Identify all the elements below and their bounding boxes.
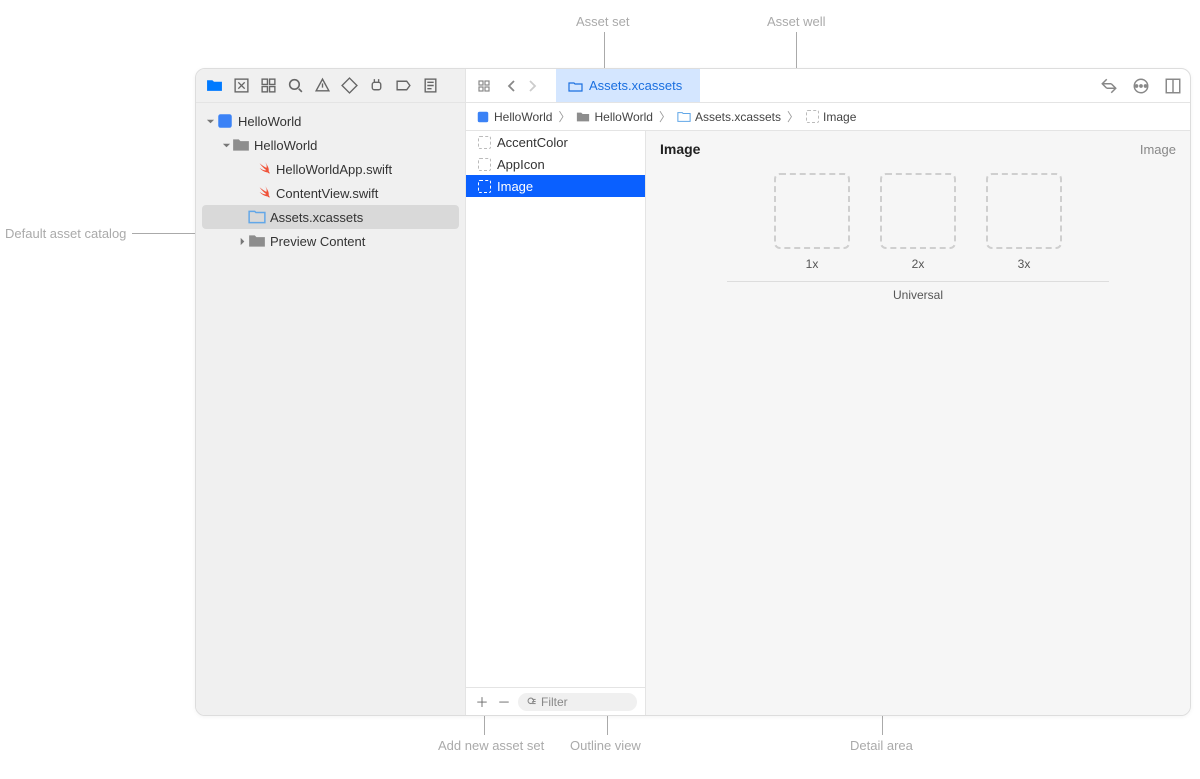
asset-well-3x[interactable] bbox=[986, 173, 1062, 249]
well-label-2x: 2x bbox=[912, 257, 925, 271]
editor-toolbar: Assets.xcassets bbox=[466, 69, 1190, 102]
well-label-1x: 1x bbox=[806, 257, 819, 271]
editor: HelloWorld 〉 HelloWorld 〉 Assets.xcasset… bbox=[466, 103, 1190, 715]
detail-header: Image Image bbox=[646, 131, 1190, 163]
toolbar: Assets.xcassets bbox=[196, 69, 1190, 103]
chevron-right-icon: 〉 bbox=[783, 108, 803, 125]
annotation-detail-area: Detail area bbox=[850, 738, 913, 753]
issues-icon[interactable] bbox=[314, 77, 331, 94]
breadcrumb: HelloWorld 〉 HelloWorld 〉 Assets.xcasset… bbox=[466, 103, 1190, 131]
project-root[interactable]: HelloWorld bbox=[196, 109, 465, 133]
crumb-file[interactable]: Assets.xcassets bbox=[677, 110, 781, 124]
detail-type: Image bbox=[1140, 142, 1176, 157]
chevron-right-icon: 〉 bbox=[655, 108, 675, 125]
xcode-window: Assets.xcassets HelloWorld bbox=[195, 68, 1191, 716]
back-button[interactable] bbox=[502, 76, 522, 96]
add-button[interactable]: ＋ bbox=[474, 692, 490, 711]
file-row-content[interactable]: ContentView.swift bbox=[196, 181, 465, 205]
file-row-assets[interactable]: Assets.xcassets bbox=[202, 205, 459, 229]
tests-icon[interactable] bbox=[341, 77, 358, 94]
folder-icon[interactable] bbox=[206, 77, 223, 94]
outline-item-appicon[interactable]: AppIcon bbox=[466, 153, 645, 175]
assets-icon bbox=[248, 208, 266, 226]
project-icon bbox=[216, 112, 234, 130]
body: HelloWorld HelloWorld HelloWorldApp.swif… bbox=[196, 103, 1190, 715]
remove-button[interactable]: － bbox=[496, 692, 512, 711]
file-name: Assets.xcassets bbox=[270, 210, 363, 225]
swift-icon bbox=[254, 160, 272, 178]
crumb-item[interactable]: Image bbox=[805, 110, 856, 124]
add-editor-icon[interactable] bbox=[1164, 77, 1182, 95]
crumb-project[interactable]: HelloWorld bbox=[476, 110, 552, 124]
file-name: Preview Content bbox=[270, 234, 365, 249]
tab-label: Assets.xcassets bbox=[589, 78, 682, 93]
adjust-editor-icon[interactable] bbox=[1132, 77, 1150, 95]
asset-wells: 1x 2x 3x Universal bbox=[646, 173, 1190, 302]
reports-icon[interactable] bbox=[422, 77, 439, 94]
chevron-down-icon bbox=[220, 141, 232, 150]
outline-view: AccentColor AppIcon Image ＋ － bbox=[466, 131, 646, 715]
chevron-down-icon bbox=[204, 117, 216, 126]
navigator-tabs bbox=[196, 69, 466, 102]
swift-icon bbox=[254, 184, 272, 202]
folder-icon bbox=[232, 136, 250, 154]
image-set-icon bbox=[478, 180, 491, 193]
editor-body: AccentColor AppIcon Image ＋ － bbox=[466, 131, 1190, 715]
forward-button[interactable] bbox=[522, 76, 542, 96]
source-control-icon[interactable] bbox=[233, 77, 250, 94]
detail-title: Image bbox=[660, 141, 700, 157]
outline-footer: ＋ － Filter bbox=[466, 687, 645, 715]
outline-list: AccentColor AppIcon Image bbox=[466, 131, 645, 687]
well-label-3x: 3x bbox=[1018, 257, 1031, 271]
file-name: ContentView.swift bbox=[276, 186, 378, 201]
tab-assets[interactable]: Assets.xcassets bbox=[556, 69, 700, 102]
file-row-app[interactable]: HelloWorldApp.swift bbox=[196, 157, 465, 181]
group-name: HelloWorld bbox=[254, 138, 317, 153]
symbols-icon[interactable] bbox=[260, 77, 277, 94]
assets-icon bbox=[568, 80, 583, 92]
annotation-outline-view: Outline view bbox=[570, 738, 641, 753]
annotation-add-new: Add new asset set bbox=[438, 738, 544, 753]
debug-icon[interactable] bbox=[368, 77, 385, 94]
review-icon[interactable] bbox=[1100, 77, 1118, 95]
annotation-default-catalog: Default asset catalog bbox=[5, 226, 126, 241]
asset-well-2x[interactable] bbox=[880, 173, 956, 249]
universal-label: Universal bbox=[893, 288, 943, 302]
filter-icon bbox=[526, 696, 537, 707]
assets-icon bbox=[677, 110, 691, 124]
search-icon[interactable] bbox=[287, 77, 304, 94]
outline-item-image[interactable]: Image bbox=[466, 175, 645, 197]
outline-item-accent[interactable]: AccentColor bbox=[466, 131, 645, 153]
crumb-group[interactable]: HelloWorld bbox=[576, 110, 652, 124]
file-row-preview[interactable]: Preview Content bbox=[196, 229, 465, 253]
group-row[interactable]: HelloWorld bbox=[196, 133, 465, 157]
project-navigator: HelloWorld HelloWorld HelloWorldApp.swif… bbox=[196, 103, 466, 715]
divider bbox=[727, 281, 1109, 282]
breakpoints-icon[interactable] bbox=[395, 77, 412, 94]
project-icon bbox=[476, 110, 490, 124]
image-set-icon bbox=[805, 110, 819, 124]
annotation-asset-well: Asset well bbox=[767, 14, 826, 29]
chevron-right-icon bbox=[236, 237, 248, 246]
color-set-icon bbox=[478, 136, 491, 149]
asset-well-1x[interactable] bbox=[774, 173, 850, 249]
folder-icon bbox=[576, 110, 590, 124]
appicon-set-icon bbox=[478, 158, 491, 171]
filter-input[interactable]: Filter bbox=[518, 693, 637, 711]
chevron-right-icon: 〉 bbox=[554, 108, 574, 125]
folder-icon bbox=[248, 232, 266, 250]
project-name: HelloWorld bbox=[238, 114, 301, 129]
detail-area: Image Image 1x 2x bbox=[646, 131, 1190, 715]
file-name: HelloWorldApp.swift bbox=[276, 162, 392, 177]
related-items-icon[interactable] bbox=[474, 76, 494, 96]
annotation-asset-set: Asset set bbox=[576, 14, 629, 29]
